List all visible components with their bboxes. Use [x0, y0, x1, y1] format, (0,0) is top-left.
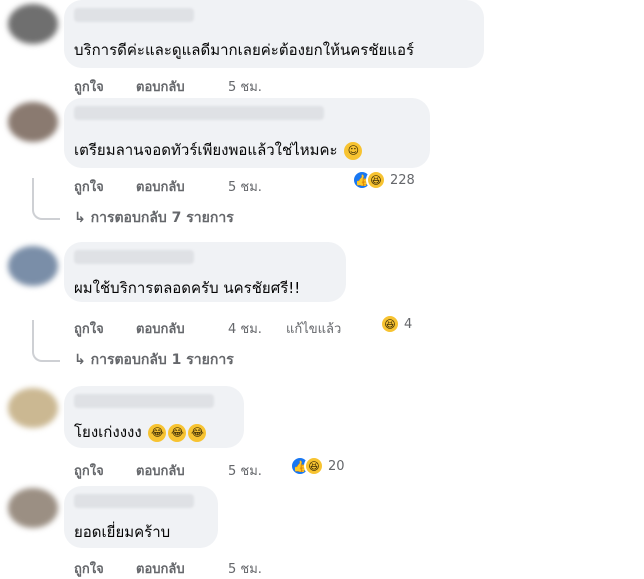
comment-text: บริการดีค่ะและดูแลดีมากเลยค่ะต้องยกให้นค…: [74, 41, 415, 59]
smiling-face-icon: ☺: [344, 141, 363, 160]
laughing-face-icon: 😆: [366, 170, 386, 190]
comment-text: โยงเก่งงงง 😂 😂 😂: [74, 420, 207, 444]
like-button[interactable]: ถูกใจ: [74, 318, 104, 339]
reply-button[interactable]: ตอบกลับ: [136, 318, 185, 339]
timestamp[interactable]: 4 ชม.: [228, 318, 262, 339]
timestamp[interactable]: 5 ชม.: [228, 558, 262, 579]
commenter-name[interactable]: [74, 494, 194, 508]
avatar[interactable]: [8, 246, 58, 286]
tears-of-joy-icon: 😂: [148, 423, 167, 442]
avatar[interactable]: [8, 388, 58, 428]
comment-bubble: ยอดเยี่ยมคร้าบ: [64, 486, 218, 548]
view-replies-link[interactable]: ↳ การตอบกลับ 1 รายการ: [74, 349, 234, 371]
reaction-summary[interactable]: 👍 😆 228: [352, 170, 415, 190]
commenter-name[interactable]: [74, 8, 194, 22]
tears-of-joy-icon: 😂: [188, 423, 207, 442]
like-button[interactable]: ถูกใจ: [74, 176, 104, 197]
avatar[interactable]: [8, 4, 58, 44]
reaction-count: 228: [390, 172, 415, 188]
like-button[interactable]: ถูกใจ: [74, 558, 104, 579]
comment-bubble: โยงเก่งงงง 😂 😂 😂: [64, 386, 244, 448]
comment-text: เตรียมลานจอดทัวร์เพียงพอแล้วใช่ไหมคะ ☺: [74, 138, 363, 162]
comment-text-content: โยงเก่งงงง: [74, 423, 142, 441]
reply-button[interactable]: ตอบกลับ: [136, 176, 185, 197]
comment-text: ยอดเยี่ยมคร้าบ: [74, 523, 171, 541]
comment-text-content: เตรียมลานจอดทัวร์เพียงพอแล้วใช่ไหมคะ: [74, 141, 338, 159]
commenter-name[interactable]: [74, 394, 214, 408]
reply-button[interactable]: ตอบกลับ: [136, 460, 185, 481]
comment-bubble: ผมใช้บริการตลอดครับ นครชัยศรี!!: [64, 242, 346, 302]
view-replies-link[interactable]: ↳ การตอบกลับ 7 รายการ: [74, 207, 234, 229]
timestamp[interactable]: 5 ชม.: [228, 460, 262, 481]
avatar[interactable]: [8, 102, 58, 142]
commenter-name[interactable]: [74, 106, 324, 120]
comment-bubble: บริการดีค่ะและดูแลดีมากเลยค่ะต้องยกให้นค…: [64, 0, 484, 68]
commenter-name[interactable]: [74, 250, 194, 264]
reaction-count: 4: [404, 316, 413, 332]
tears-of-joy-icon: 😂: [168, 423, 187, 442]
thread-line: [32, 178, 60, 220]
reply-button[interactable]: ตอบกลับ: [136, 558, 185, 579]
thread-line: [32, 320, 60, 362]
edited-label[interactable]: แก้ไขแล้ว: [286, 318, 341, 339]
reaction-count: 20: [328, 458, 345, 474]
timestamp[interactable]: 5 ชม.: [228, 76, 262, 97]
avatar[interactable]: [8, 488, 58, 528]
comment-bubble: เตรียมลานจอดทัวร์เพียงพอแล้วใช่ไหมคะ ☺: [64, 98, 430, 168]
like-button[interactable]: ถูกใจ: [74, 76, 104, 97]
laughing-face-icon: 😆: [304, 456, 324, 476]
timestamp[interactable]: 5 ชม.: [228, 176, 262, 197]
comment-text: ผมใช้บริการตลอดครับ นครชัยศรี!!: [74, 279, 301, 297]
laughing-face-icon: 😆: [380, 314, 400, 334]
reaction-summary[interactable]: 😆 4: [380, 314, 412, 334]
like-button[interactable]: ถูกใจ: [74, 460, 104, 481]
reaction-summary[interactable]: 👍 😆 20: [290, 456, 345, 476]
reply-button[interactable]: ตอบกลับ: [136, 76, 185, 97]
